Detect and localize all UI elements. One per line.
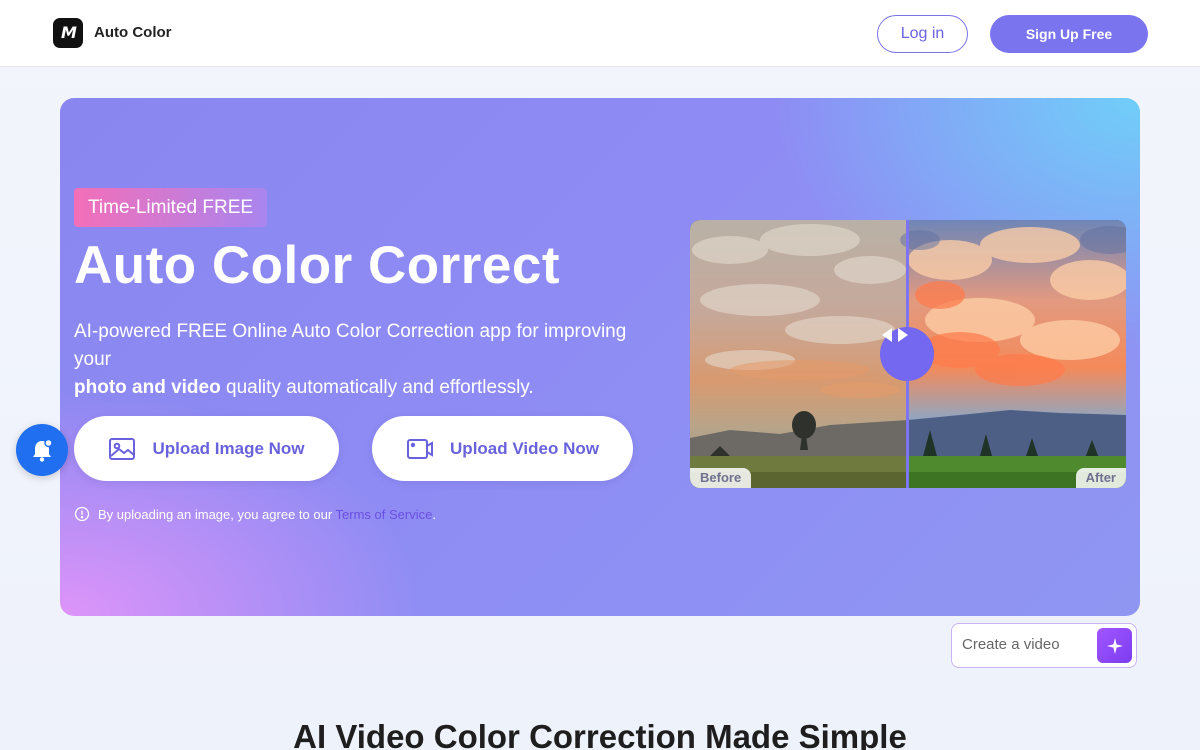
- upload-image-label: Upload Image Now: [152, 438, 305, 458]
- app-name[interactable]: Auto Color: [94, 24, 171, 41]
- terms-end: .: [432, 506, 436, 522]
- create-video-submit-button[interactable]: [1097, 628, 1132, 663]
- create-video-box: [951, 623, 1137, 668]
- app-logo[interactable]: M: [53, 18, 83, 48]
- page-title: Auto Color Correct: [74, 236, 560, 295]
- before-label: Before: [690, 468, 752, 488]
- hero-banner: Time-Limited FREE Auto Color Correct AI-…: [60, 98, 1140, 616]
- subtitle-rest: quality automatically and effortlessly.: [220, 377, 534, 398]
- video-icon: [407, 438, 434, 459]
- before-after-comparison[interactable]: Before After: [690, 220, 1126, 488]
- notification-bell-button[interactable]: [16, 424, 68, 476]
- create-video-input[interactable]: [962, 636, 1092, 653]
- limited-free-badge: Time-Limited FREE: [74, 188, 268, 227]
- sparkle-icon: [1106, 637, 1123, 654]
- upload-image-button[interactable]: Upload Image Now: [74, 416, 339, 481]
- signup-button[interactable]: Sign Up Free: [990, 15, 1148, 53]
- upload-video-label: Upload Video Now: [450, 438, 599, 458]
- terms-of-service-link[interactable]: Terms of Service: [336, 507, 433, 522]
- terms-text: By uploading an image, you agree to our: [98, 506, 336, 522]
- comparison-slider-handle[interactable]: [880, 327, 934, 381]
- bell-icon: [33, 438, 53, 462]
- upload-video-button[interactable]: Upload Video Now: [372, 416, 633, 481]
- subtitle-bold: photo and video: [74, 377, 221, 398]
- info-icon: [74, 506, 90, 522]
- hero-subtitle: AI-powered FREE Online Auto Color Correc…: [74, 318, 654, 402]
- section-title: AI Video Color Correction Made Simple: [293, 718, 907, 750]
- subtitle-text: AI-powered FREE Online Auto Color Correc…: [74, 321, 627, 370]
- terms-notice: By uploading an image, you agree to our …: [74, 506, 436, 522]
- arrow-left-right-icon: [882, 328, 908, 342]
- image-icon: [109, 437, 136, 460]
- top-navigation-bar: M Auto Color Log in Sign Up Free: [0, 0, 1200, 67]
- login-button[interactable]: Log in: [877, 15, 968, 53]
- after-label: After: [1075, 468, 1126, 488]
